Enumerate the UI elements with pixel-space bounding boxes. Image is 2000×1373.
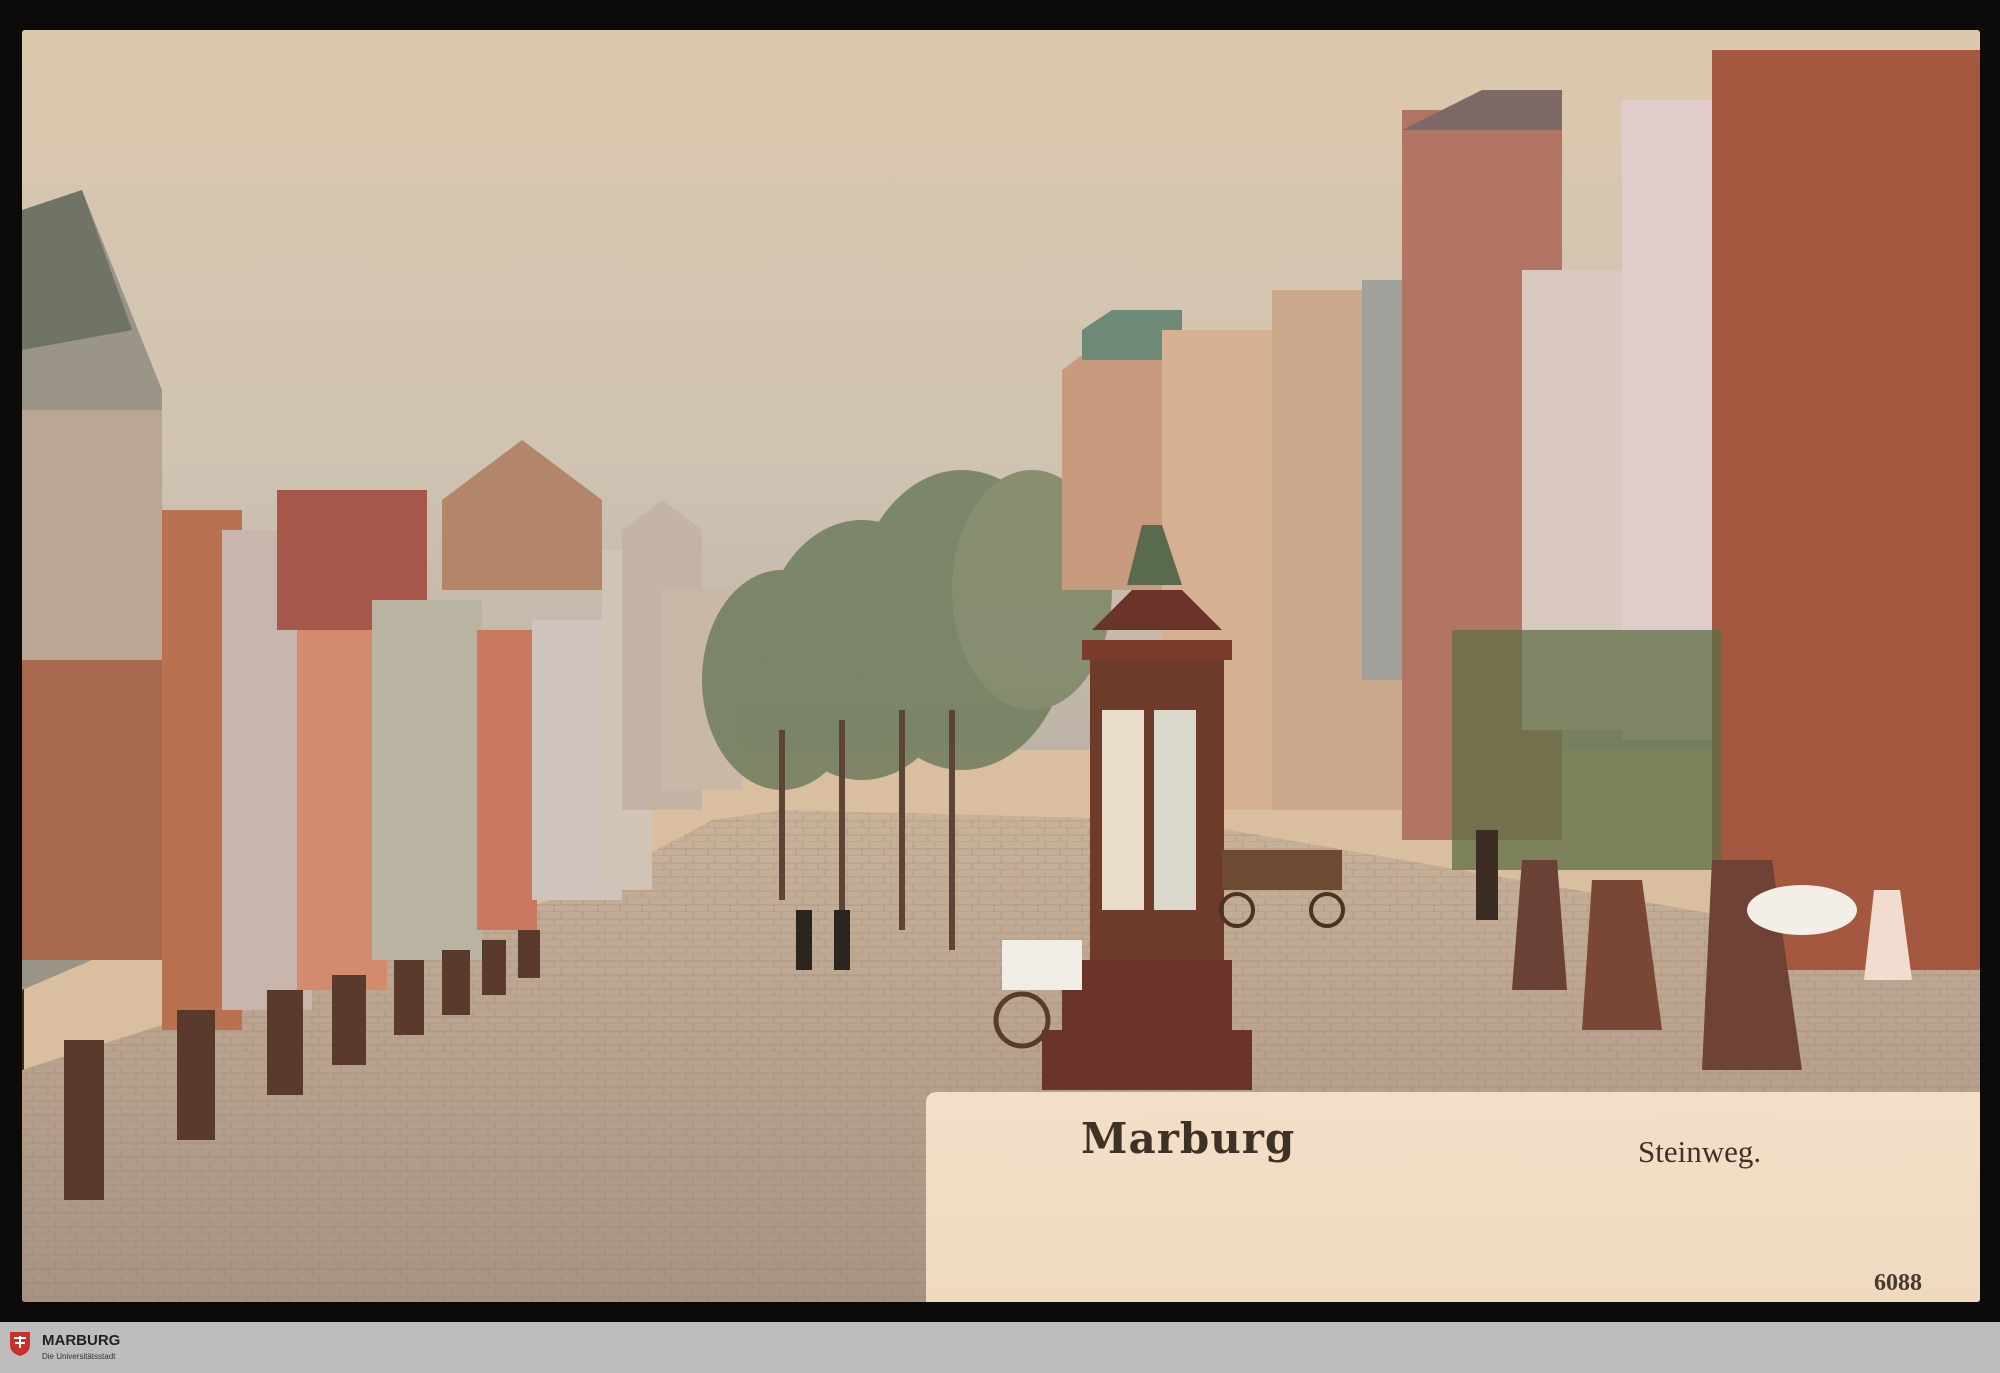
- card-number: 6088: [1874, 1270, 1922, 1296]
- street-title: Steinweg.: [1638, 1134, 1762, 1169]
- footer-logo-subtitle: Die Universitätsstadt: [42, 1352, 116, 1361]
- city-title: Marburg: [1081, 1114, 1296, 1163]
- postcard-image: Marburg Steinweg. 6088: [22, 30, 1980, 1302]
- footer-bar: MARBURG Die Universitätsstadt: [0, 1322, 2000, 1373]
- footer-logo-title: MARBURG: [42, 1332, 121, 1349]
- caption-panel: Marburg Steinweg. 6088: [926, 1092, 1980, 1302]
- city-crest-icon: [10, 1332, 30, 1356]
